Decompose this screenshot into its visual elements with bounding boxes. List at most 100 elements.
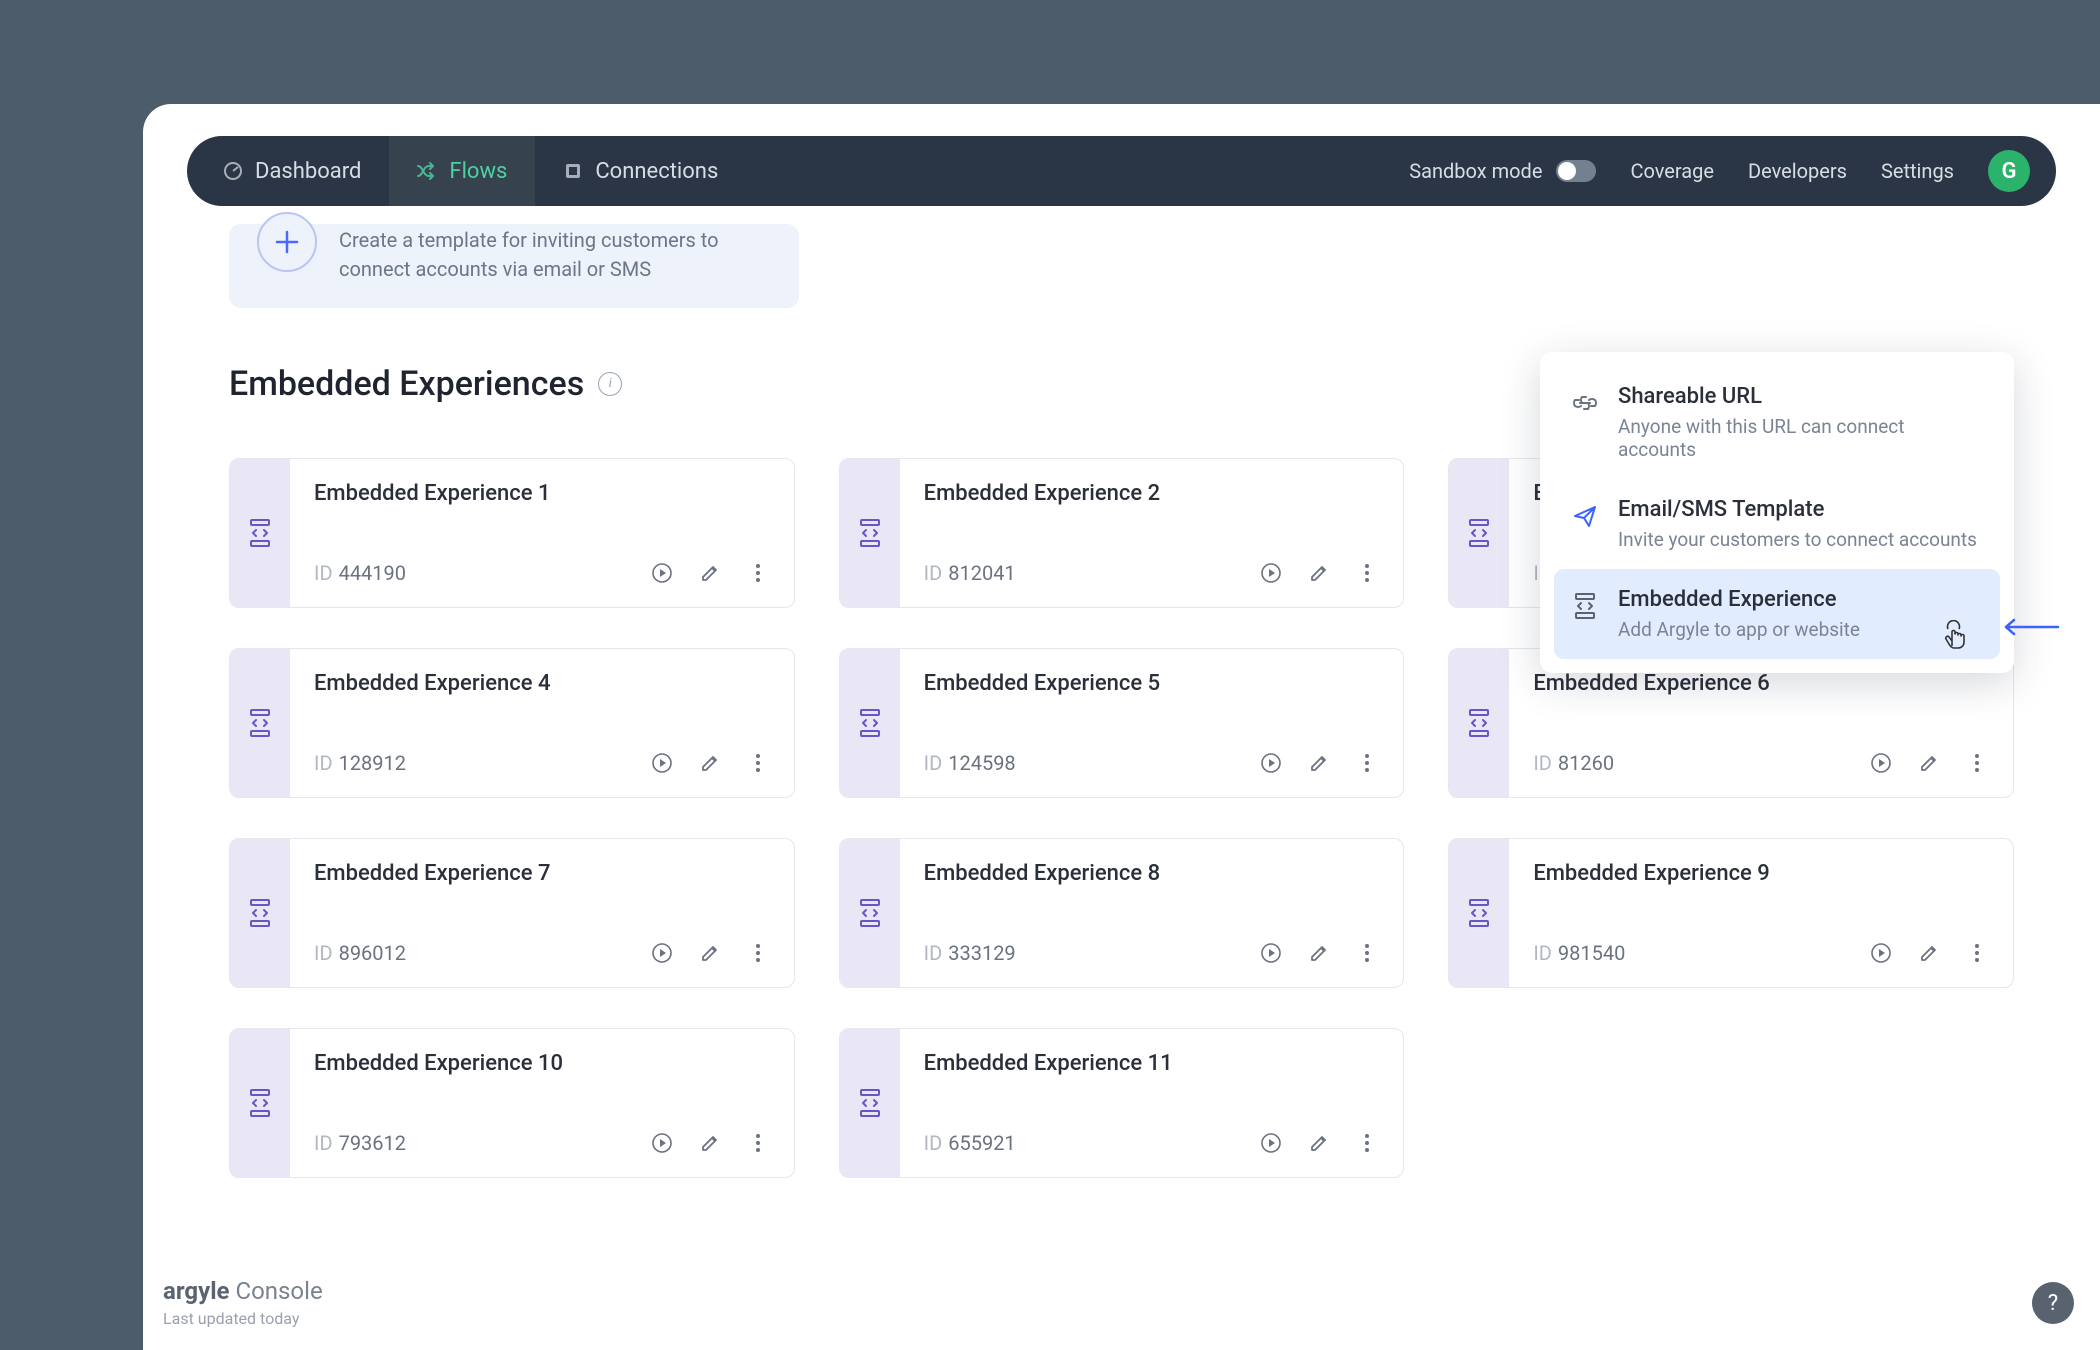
card-title: Embedded Experience 9 — [1533, 861, 1989, 886]
experience-card[interactable]: Embedded Experience 10ID793612 — [229, 1028, 795, 1178]
more-button[interactable] — [1965, 751, 1989, 775]
add-template-button[interactable] — [257, 212, 317, 272]
edit-button[interactable] — [1307, 941, 1331, 965]
embed-icon — [230, 459, 290, 607]
sandbox-toggle[interactable] — [1556, 160, 1596, 182]
play-button[interactable] — [650, 751, 674, 775]
card-title: Embedded Experience 8 — [924, 861, 1380, 886]
nav-settings[interactable]: Settings — [1881, 159, 1954, 183]
embed-icon — [840, 649, 900, 797]
more-button[interactable] — [746, 561, 770, 585]
more-button[interactable] — [1355, 1131, 1379, 1155]
footer-updated: Last updated today — [163, 1309, 323, 1328]
more-button[interactable] — [746, 941, 770, 965]
play-button[interactable] — [650, 1131, 674, 1155]
card-id: ID81260 — [1533, 751, 1614, 775]
dropdown-option-title: Email/SMS Template — [1618, 497, 1977, 522]
play-button[interactable] — [1259, 941, 1283, 965]
more-button[interactable] — [1965, 941, 1989, 965]
send-icon — [1570, 501, 1600, 531]
more-button[interactable] — [1355, 561, 1379, 585]
sandbox-mode: Sandbox mode — [1409, 159, 1596, 183]
dropdown-option-title: Embedded Experience — [1618, 587, 1860, 612]
experience-card[interactable]: Embedded Experience 4 ID128912 — [229, 648, 795, 798]
embed-icon — [230, 649, 290, 797]
edit-button[interactable] — [698, 751, 722, 775]
play-button[interactable] — [1259, 1131, 1283, 1155]
edit-button[interactable] — [1307, 1131, 1331, 1155]
more-button[interactable] — [1355, 941, 1379, 965]
card-title: Embedded Experience 6 — [1533, 671, 1989, 696]
edit-button[interactable] — [1917, 751, 1941, 775]
experience-card[interactable]: Embedded Experience 7 ID896012 — [229, 838, 795, 988]
card-id: ID896012 — [314, 941, 406, 965]
embed-icon — [1570, 591, 1600, 621]
card-title: Embedded Experience 1 — [314, 481, 770, 506]
dropdown-option-subtitle: Add Argyle to app or website — [1618, 618, 1860, 641]
card-id: ID812041 — [924, 561, 1016, 585]
embed-icon — [230, 1029, 290, 1177]
nav-dashboard[interactable]: Dashboard — [187, 136, 389, 206]
card-title: Embedded Experience 7 — [314, 861, 770, 886]
edit-button[interactable] — [1307, 561, 1331, 585]
brand-sub: Console — [235, 1277, 322, 1305]
footer-brand: argyle Console — [163, 1277, 323, 1305]
embed-icon — [230, 839, 290, 987]
more-button[interactable] — [1355, 751, 1379, 775]
embed-icon — [1449, 649, 1509, 797]
connections-icon — [563, 161, 583, 181]
avatar[interactable]: G — [1988, 150, 2030, 192]
nav-connections[interactable]: Connections — [535, 136, 746, 206]
embed-icon — [840, 839, 900, 987]
nav-flows[interactable]: Flows — [389, 136, 535, 206]
card-id: ID124598 — [924, 751, 1016, 775]
dropdown-option-link[interactable]: Shareable URL Anyone with this URL can co… — [1554, 366, 2000, 479]
dropdown-option-title: Shareable URL — [1618, 384, 1984, 409]
play-button[interactable] — [650, 561, 674, 585]
edit-button[interactable] — [698, 1131, 722, 1155]
card-id: ID333129 — [924, 941, 1016, 965]
nav-developers[interactable]: Developers — [1748, 159, 1847, 183]
more-button[interactable] — [746, 751, 770, 775]
embed-icon — [1449, 839, 1509, 987]
card-id: ID793612 — [314, 1131, 406, 1155]
play-button[interactable] — [1869, 751, 1893, 775]
nav-coverage[interactable]: Coverage — [1630, 159, 1714, 183]
new-flow-dropdown: Shareable URL Anyone with this URL can co… — [1540, 352, 2014, 673]
dashboard-icon — [223, 161, 243, 181]
nav-dashboard-label: Dashboard — [255, 159, 361, 184]
card-title: Embedded Experience 2 — [924, 481, 1380, 506]
dropdown-option-send[interactable]: Email/SMS Template Invite your customers … — [1554, 479, 2000, 569]
edit-button[interactable] — [698, 941, 722, 965]
experience-card[interactable]: Embedded Experience 5ID124598 — [839, 648, 1405, 798]
edit-button[interactable] — [1917, 941, 1941, 965]
card-id: ID444190 — [314, 561, 406, 585]
info-icon[interactable]: i — [598, 372, 622, 396]
card-title: Embedded Experience 11 — [924, 1051, 1380, 1076]
experience-card[interactable]: Embedded Experience 11 ID655921 — [839, 1028, 1405, 1178]
dropdown-option-embed[interactable]: Embedded Experience Add Argyle to app or … — [1554, 569, 2000, 659]
dropdown-option-subtitle: Invite your customers to connect account… — [1618, 528, 1977, 551]
help-button[interactable]: ? — [2032, 1282, 2074, 1324]
play-button[interactable] — [1259, 751, 1283, 775]
more-button[interactable] — [746, 1131, 770, 1155]
embed-icon — [840, 459, 900, 607]
card-id: ID655921 — [924, 1131, 1016, 1155]
experience-card[interactable]: Embedded Experience 2 ID812041 — [839, 458, 1405, 608]
card-title: Embedded Experience 4 — [314, 671, 770, 696]
experience-card[interactable]: Embedded Experience 9 ID981540 — [1448, 838, 2014, 988]
sandbox-label: Sandbox mode — [1409, 159, 1542, 183]
edit-button[interactable] — [1307, 751, 1331, 775]
card-id: ID128912 — [314, 751, 406, 775]
dropdown-option-subtitle: Anyone with this URL can connect account… — [1618, 415, 1984, 461]
play-button[interactable] — [1259, 561, 1283, 585]
plus-icon — [274, 229, 300, 255]
flows-icon — [417, 161, 437, 181]
embed-icon — [1449, 459, 1509, 607]
play-button[interactable] — [650, 941, 674, 965]
play-button[interactable] — [1869, 941, 1893, 965]
card-id: ID981540 — [1533, 941, 1625, 965]
experience-card[interactable]: Embedded Experience 1 ID444190 — [229, 458, 795, 608]
edit-button[interactable] — [698, 561, 722, 585]
experience-card[interactable]: Embedded Experience 8 ID333129 — [839, 838, 1405, 988]
